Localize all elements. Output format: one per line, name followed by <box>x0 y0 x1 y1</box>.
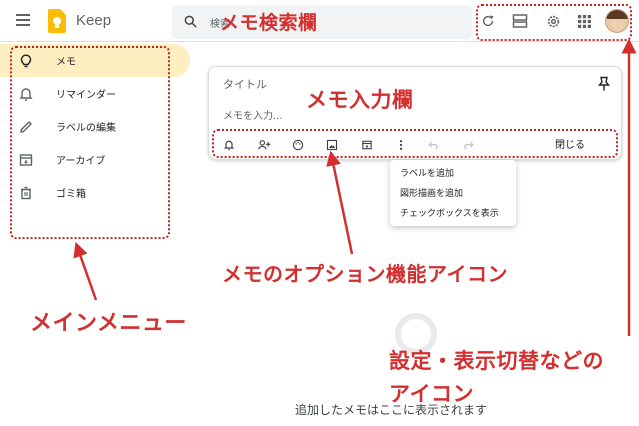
annotation-note-label: メモ入力欄 <box>306 88 414 112</box>
annotation-options-label: メモのオプション機能アイコン <box>222 262 508 286</box>
annotation-settings-label-line1: 設定・表示切替などの <box>389 349 604 373</box>
annotation-settings-label-line2: アイコン <box>389 382 474 406</box>
annotation-menu-label: メインメニュー <box>30 311 187 336</box>
annotation-search-label: メモ検索欄 <box>220 12 318 34</box>
